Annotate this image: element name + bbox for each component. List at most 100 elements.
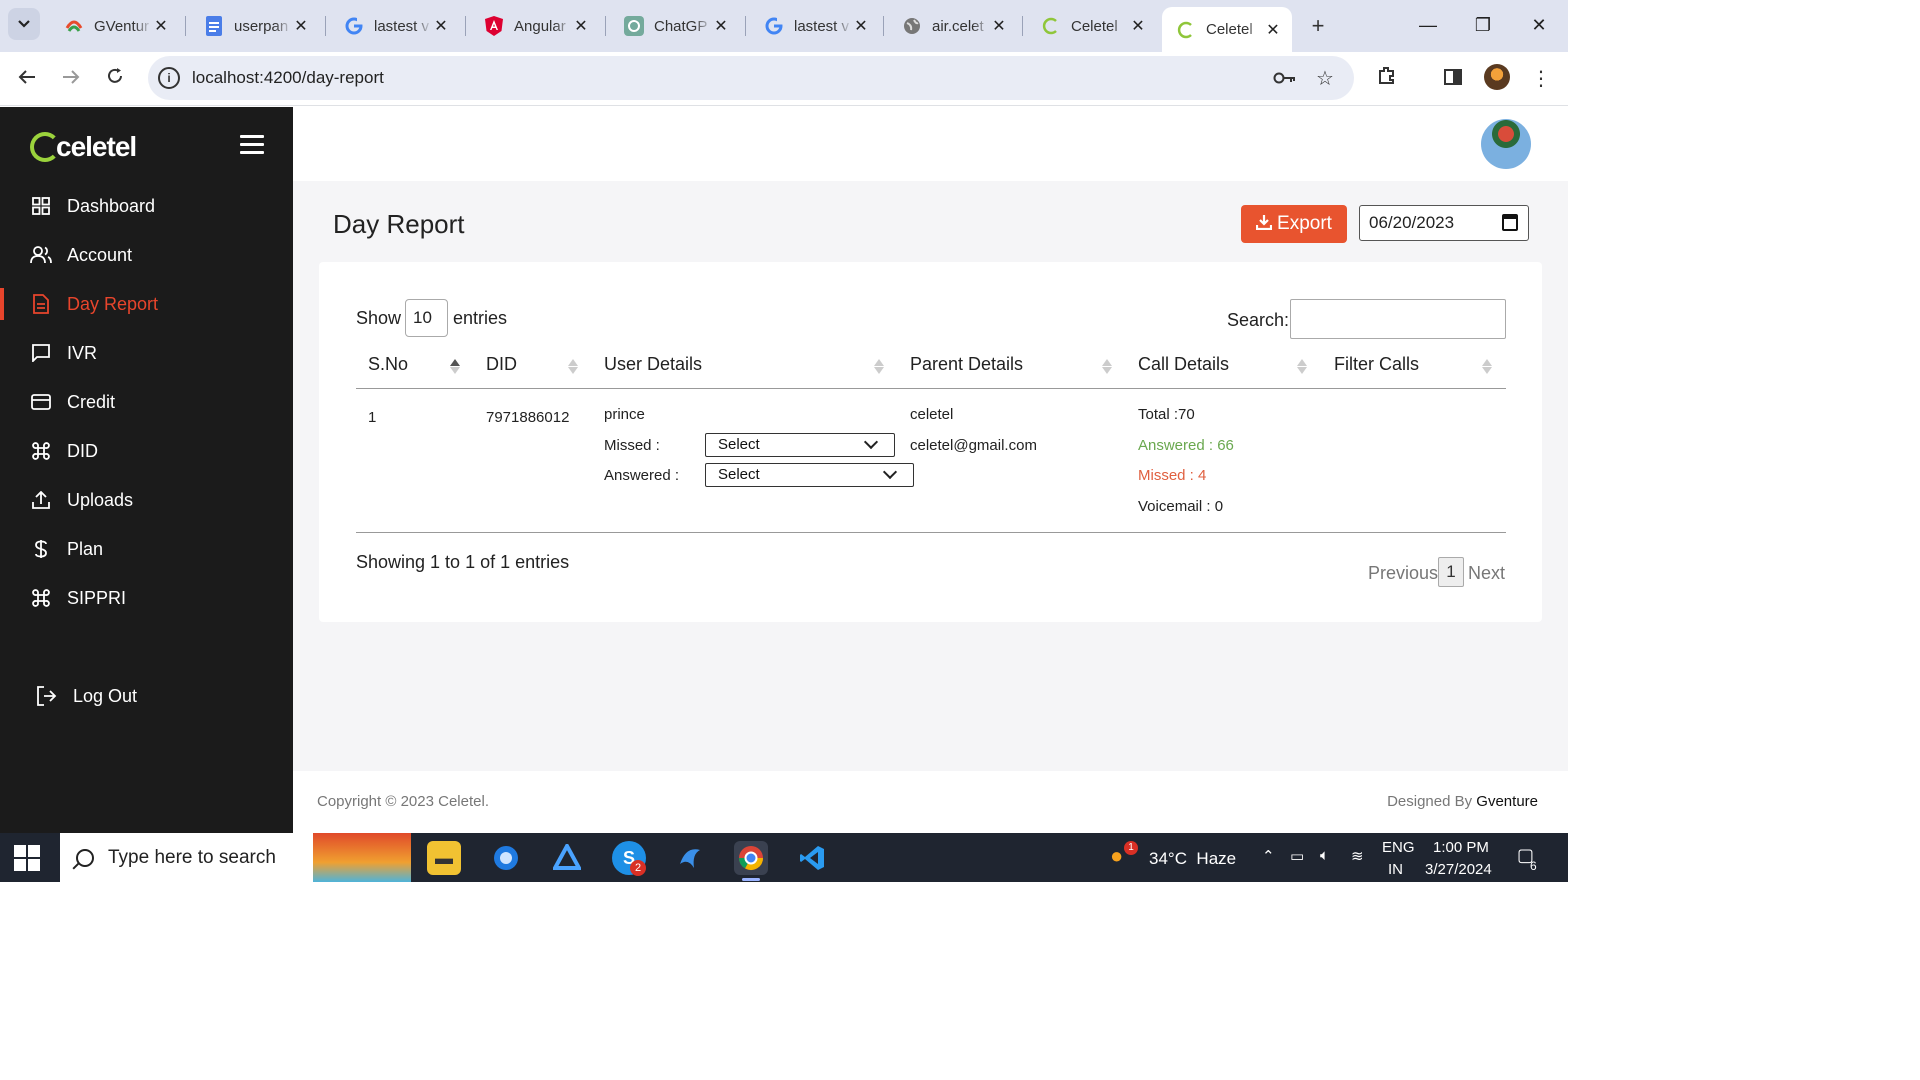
key-icon[interactable]: [1272, 66, 1298, 92]
menu-toggle-icon[interactable]: [240, 135, 264, 155]
answered-select[interactable]: Select: [705, 463, 914, 487]
battery-icon[interactable]: ▭: [1290, 847, 1304, 865]
sidebar-item-label: Credit: [67, 391, 116, 412]
reload-button[interactable]: [100, 64, 130, 94]
close-tab-icon[interactable]: ✕: [152, 16, 170, 36]
designed-by-link[interactable]: Gventure: [1476, 793, 1538, 810]
tab-search-button[interactable]: [8, 8, 40, 40]
weather-text[interactable]: 34°C Haze: [1149, 849, 1236, 869]
sidebar-item-dashboard[interactable]: Dashboard: [0, 184, 293, 228]
clock-date[interactable]: 3/27/2024: [1425, 861, 1492, 878]
user-avatar[interactable]: [1481, 119, 1531, 169]
weather-badge: 1: [1124, 841, 1138, 855]
close-tab-icon[interactable]: ✕: [1264, 20, 1282, 40]
pagination-next[interactable]: Next: [1468, 563, 1505, 584]
column-header-call-details[interactable]: Call Details: [1138, 354, 1229, 375]
taskbar-search[interactable]: Type here to search: [60, 833, 313, 882]
close-tab-icon[interactable]: ✕: [432, 16, 450, 36]
tab-divider: [605, 16, 606, 36]
copyright-text: Copyright © 2023 Celetel.: [317, 793, 489, 810]
weather-icon[interactable]: ●: [1110, 843, 1123, 869]
sidebar-item-ivr[interactable]: IVR: [0, 331, 293, 375]
minimize-button[interactable]: —: [1405, 10, 1451, 40]
language-indicator[interactable]: ENG: [1382, 839, 1415, 856]
browser-tab[interactable]: GVentur ✕: [50, 6, 180, 46]
column-header-filter-calls[interactable]: Filter Calls: [1334, 354, 1419, 375]
missed-select[interactable]: Select: [705, 433, 895, 457]
sidebar-item-label: Day Report: [67, 293, 159, 314]
browser-tab[interactable]: lastest v ✕: [750, 6, 880, 46]
sidebar-item-plan[interactable]: Plan: [0, 527, 293, 571]
search-highlight-widget[interactable]: [313, 833, 411, 882]
info-icon[interactable]: i: [158, 67, 180, 89]
url-text[interactable]: localhost:4200/day-report: [192, 68, 384, 88]
back-button[interactable]: [12, 64, 42, 94]
close-tab-icon[interactable]: ✕: [990, 16, 1008, 36]
volume-icon[interactable]: 🔈︎: [1320, 847, 1329, 864]
windows-start-icon[interactable]: [14, 845, 40, 871]
browser-tab[interactable]: air.celet ✕: [888, 6, 1018, 46]
browser-tab[interactable]: lastest v ✕: [330, 6, 460, 46]
sort-icon[interactable]: [1297, 354, 1307, 374]
calendar-icon[interactable]: [1502, 214, 1518, 231]
app-icon[interactable]: [673, 841, 707, 875]
side-panel-icon[interactable]: [1438, 64, 1468, 94]
browser-tab[interactable]: userpan ✕: [190, 6, 320, 46]
arrow-left-icon: [18, 70, 35, 84]
close-tab-icon[interactable]: ✕: [292, 16, 310, 36]
forward-button[interactable]: [56, 64, 86, 94]
wifi-icon[interactable]: ≋: [1351, 847, 1364, 865]
browser-tab[interactable]: Angular ✕: [470, 6, 600, 46]
call-missed: Missed : 4: [1138, 467, 1207, 484]
region-indicator[interactable]: IN: [1388, 861, 1403, 878]
clock-time[interactable]: 1:00 PM: [1433, 839, 1489, 856]
brand-logo[interactable]: celetel: [30, 131, 137, 163]
close-tab-icon[interactable]: ✕: [1129, 16, 1147, 36]
address-bar[interactable]: i localhost:4200/day-report ☆: [148, 56, 1354, 100]
more-menu-icon[interactable]: ⋮: [1526, 64, 1556, 94]
gventure-favicon: [64, 16, 84, 36]
restore-button[interactable]: ❐: [1460, 10, 1506, 40]
new-tab-button[interactable]: +: [1304, 12, 1332, 40]
extensions-icon[interactable]: [1372, 64, 1402, 94]
sort-icon[interactable]: [1102, 354, 1112, 374]
sidebar-item-did[interactable]: DID: [0, 429, 293, 473]
sort-asc-icon[interactable]: [450, 354, 460, 374]
close-tab-icon[interactable]: ✕: [712, 16, 730, 36]
date-picker-input[interactable]: 06/20/2023: [1359, 205, 1529, 241]
export-button[interactable]: Export: [1241, 205, 1347, 243]
sort-icon[interactable]: [1482, 354, 1492, 374]
search-input[interactable]: [1290, 299, 1506, 339]
sort-icon[interactable]: [568, 354, 578, 374]
browser-tab[interactable]: ChatGP ✕: [610, 6, 740, 46]
pagination-previous[interactable]: Previous: [1368, 563, 1438, 584]
chrome-icon[interactable]: [734, 841, 768, 881]
vscode-icon[interactable]: [795, 841, 829, 875]
sidebar-item-account[interactable]: Account: [0, 233, 293, 277]
sort-icon[interactable]: [874, 354, 884, 374]
browser-app-icon[interactable]: [489, 841, 523, 875]
close-window-button[interactable]: ✕: [1516, 10, 1562, 40]
sidebar-item-uploads[interactable]: Uploads: [0, 478, 293, 522]
browser-tab[interactable]: Celetel ✕: [1027, 6, 1157, 46]
close-tab-icon[interactable]: ✕: [852, 16, 870, 36]
logout-button[interactable]: Log Out: [0, 674, 293, 718]
sidebar-item-sippri[interactable]: SIPPRI: [0, 576, 293, 620]
column-header-user-details[interactable]: User Details: [604, 354, 702, 375]
file-explorer-icon[interactable]: ▬: [427, 841, 461, 875]
column-header-parent-details[interactable]: Parent Details: [910, 354, 1023, 375]
bookmark-star-icon[interactable]: ☆: [1312, 66, 1338, 92]
sidebar-item-day-report[interactable]: Day Report: [0, 282, 293, 326]
chevron-up-icon[interactable]: ⌃: [1262, 847, 1275, 865]
column-header-did[interactable]: DID: [486, 354, 517, 375]
pagination-page-1[interactable]: 1: [1438, 557, 1464, 587]
page-size-select[interactable]: 10: [405, 299, 448, 337]
browser-tab-bar: GVentur ✕ userpan ✕ lastest v ✕ Angular …: [0, 0, 1568, 52]
browser-profile-avatar[interactable]: [1484, 64, 1510, 90]
designed-by: Designed By Gventure: [1387, 793, 1538, 810]
column-header-sno[interactable]: S.No: [368, 354, 408, 375]
close-tab-icon[interactable]: ✕: [572, 16, 590, 36]
app-icon[interactable]: [550, 841, 584, 875]
sidebar-item-credit[interactable]: Credit: [0, 380, 293, 424]
browser-tab-active[interactable]: Celetel ✕: [1162, 7, 1292, 52]
